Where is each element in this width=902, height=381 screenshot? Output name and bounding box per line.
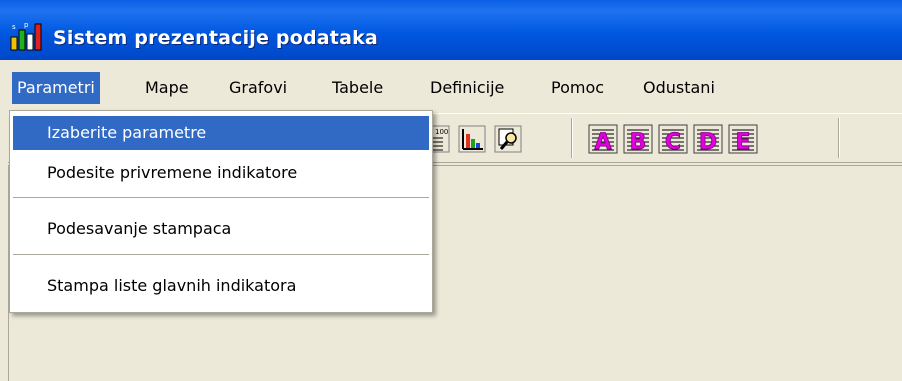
menu-item-podesite-privremene-indikatore[interactable]: Podesite privremene indikatore (13, 156, 429, 190)
menu-pomoc[interactable]: Pomoc (546, 72, 609, 104)
svg-text:E: E (735, 130, 750, 154)
title-bar[interactable]: s p Sistem prezentacije podataka (0, 0, 902, 60)
menu-tabele[interactable]: Tabele (327, 72, 388, 104)
menu-bar: Parametri Mape Grafovi Tabele Definicije… (0, 70, 902, 106)
menu-grafovi[interactable]: Grafovi (224, 72, 292, 104)
menu-item-izaberite-parametre[interactable]: Izaberite parametre (13, 116, 429, 150)
window-title: Sistem prezentacije podataka (53, 27, 378, 49)
menu-separator (13, 254, 429, 256)
toolbar-separator (838, 118, 840, 158)
menu-definicije[interactable]: Definicije (425, 72, 509, 104)
letter-e-icon[interactable]: E (728, 124, 758, 154)
letter-a-icon[interactable]: A (588, 124, 618, 154)
letter-c-icon[interactable]: C (658, 124, 688, 154)
letter-d-icon[interactable]: D (693, 124, 723, 154)
parametri-dropdown-menu: Izaberite parametre Podesite privremene … (9, 110, 433, 313)
menu-odustani[interactable]: Odustani (638, 72, 720, 104)
svg-text:s: s (12, 23, 16, 31)
svg-text:D: D (699, 130, 717, 154)
menu-mape[interactable]: Mape (140, 72, 194, 104)
magnifier-icon[interactable] (493, 124, 523, 154)
svg-text:A: A (594, 130, 611, 154)
svg-text:C: C (665, 130, 681, 154)
svg-text:100: 100 (435, 128, 448, 136)
letter-b-icon[interactable]: B (623, 124, 653, 154)
svg-text:p: p (24, 21, 29, 29)
app-bar-chart-icon: s p (10, 21, 42, 51)
menu-item-podesavanje-stampaca[interactable]: Podesavanje stampaca (13, 212, 429, 246)
menu-parametri[interactable]: Parametri (12, 72, 100, 104)
toolbar-separator (571, 118, 573, 158)
svg-text:B: B (630, 130, 647, 154)
bar-chart-icon[interactable] (457, 124, 487, 154)
menu-separator (13, 197, 429, 199)
menu-item-stampa-liste-glavnih-indikatora[interactable]: Stampa liste glavnih indikatora (13, 269, 429, 303)
